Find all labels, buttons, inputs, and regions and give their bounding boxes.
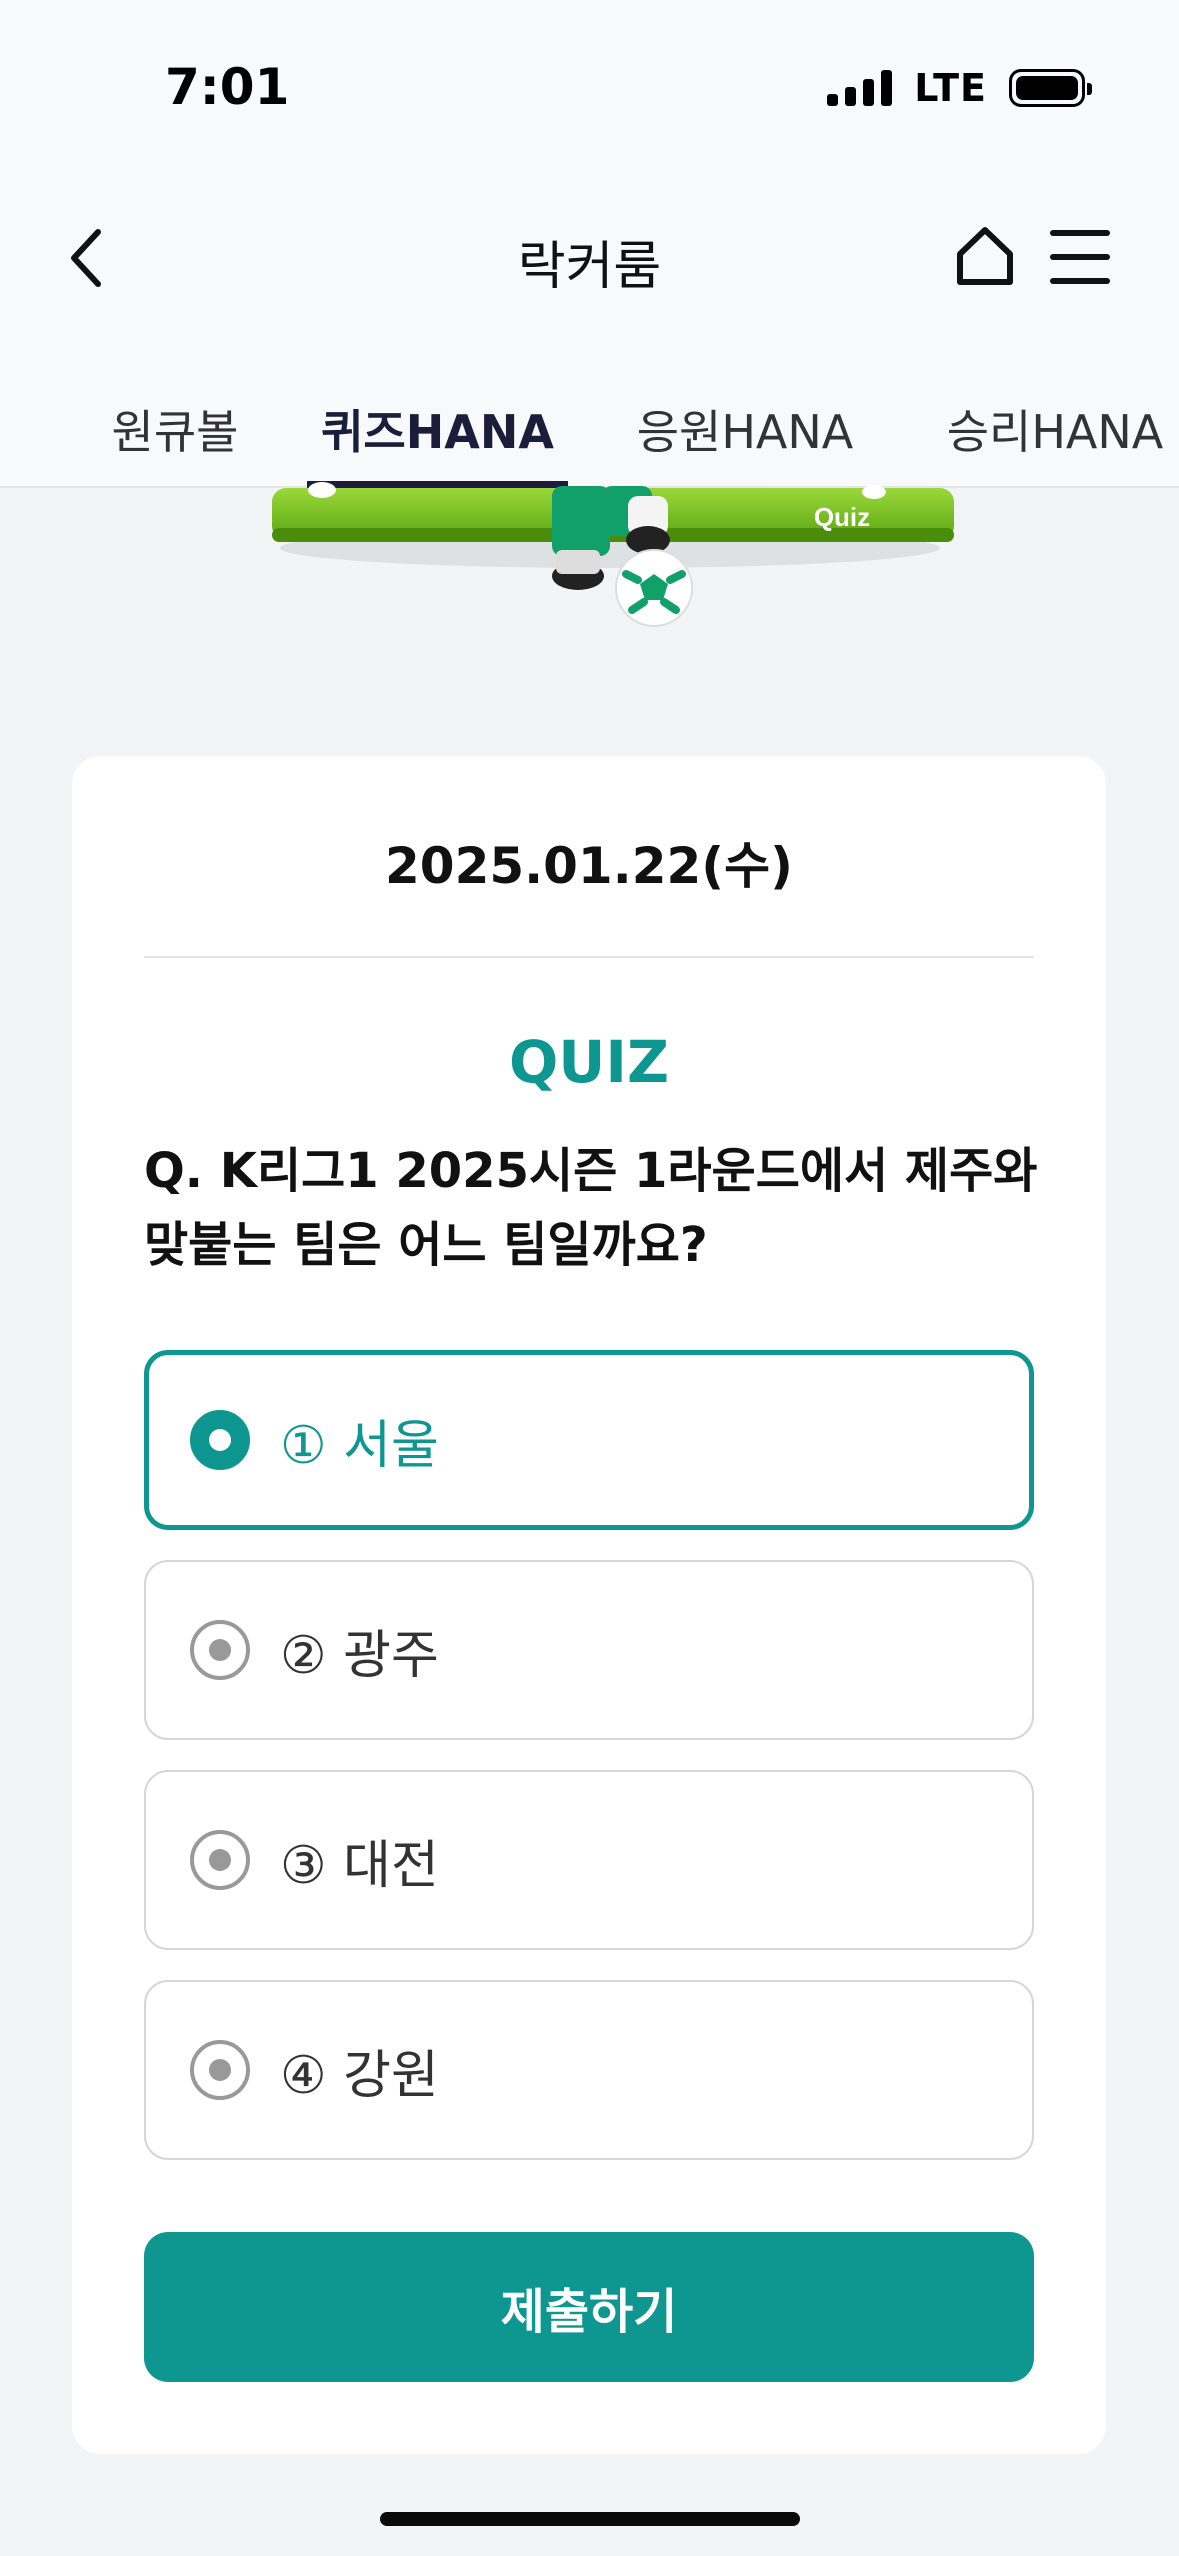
submit-button[interactable]: 제출하기 — [144, 2232, 1034, 2382]
quiz-option-2[interactable]: ② 광주 — [144, 1560, 1034, 1740]
quiz-option-4[interactable]: ④ 강원 — [144, 1980, 1034, 2160]
quiz-date: 2025.01.22(수) — [384, 837, 793, 895]
divider — [144, 956, 1034, 958]
quiz-option-3[interactable]: ③ 대전 — [144, 1770, 1034, 1950]
signal-icon — [827, 70, 893, 106]
status-indicators: LTE — [827, 66, 1092, 110]
tab-onecueball[interactable]: 원큐볼 — [100, 370, 250, 488]
radio-icon — [190, 1620, 250, 1680]
status-time: 7:01 — [165, 58, 290, 116]
home-indicator[interactable] — [380, 2512, 800, 2526]
home-icon — [957, 227, 1013, 285]
hamburger-icon — [1050, 230, 1110, 236]
tab-win-hana[interactable]: 승리HANA — [940, 370, 1170, 488]
quiz-card: 2025.01.22(수) QUIZ Q. K리그1 2025시즌 1라운드에서… — [72, 756, 1106, 2454]
quiz-option-1[interactable]: ① 서울 — [144, 1350, 1034, 1530]
option-label: ④ 강원 — [280, 2045, 439, 2106]
quiz-heading: QUIZ — [508, 1028, 670, 1096]
quiz-mascot-banner: Quiz — [272, 482, 954, 627]
menu-button[interactable] — [1050, 225, 1110, 289]
quiz-question: Q. K리그1 2025시즌 1라운드에서 제주와 맞붙는 팀은 어느 팀일까요… — [144, 1143, 1038, 1273]
radio-selected-icon — [190, 1410, 250, 1470]
radio-icon — [190, 1830, 250, 1890]
top-bar: 7:01 LTE 락커룸 원큐볼 퀴즈HANA 응원HANA 승리HANA — [0, 0, 1179, 488]
radio-icon — [190, 2040, 250, 2100]
option-label: ③ 대전 — [280, 1835, 439, 1896]
network-type: LTE — [914, 66, 987, 110]
option-label: ② 광주 — [280, 1625, 439, 1686]
home-button[interactable] — [950, 222, 1020, 292]
banner-badge-text: Quiz — [814, 502, 870, 532]
option-label: ① 서울 — [280, 1415, 439, 1476]
battery-icon — [1009, 69, 1092, 107]
